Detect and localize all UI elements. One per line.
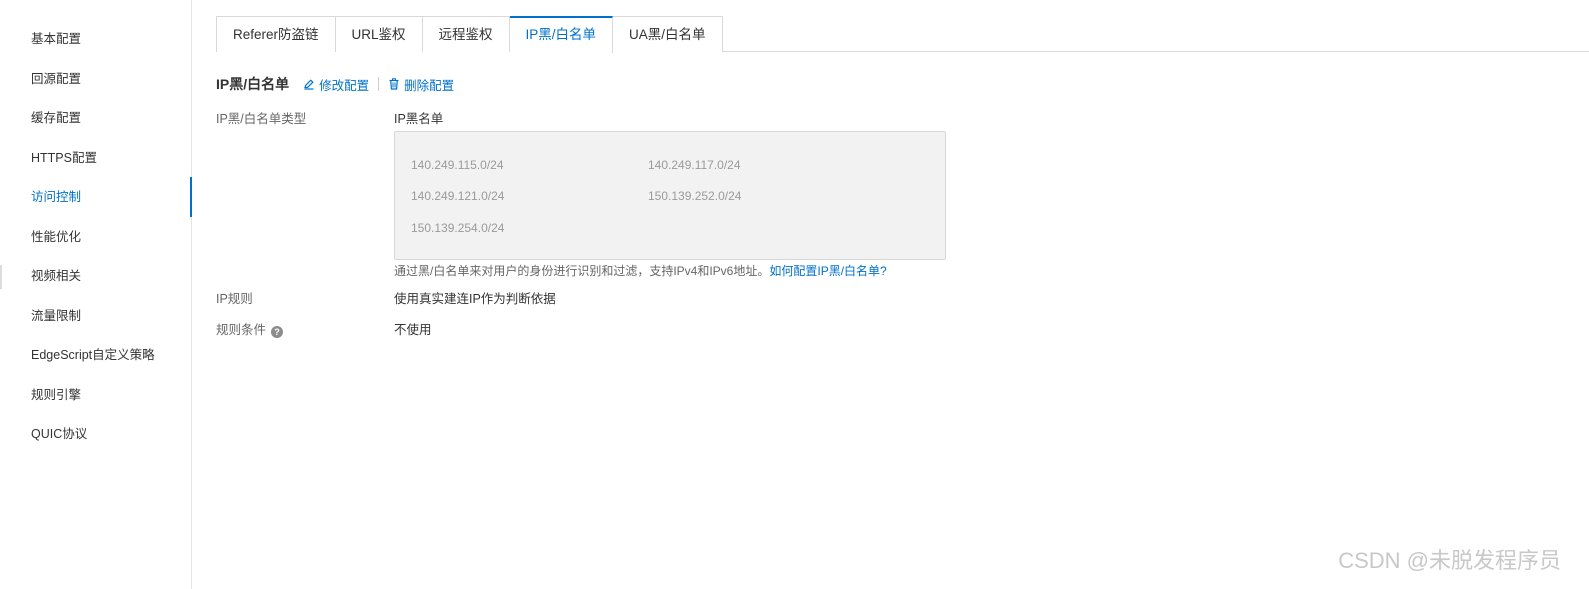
sidebar-item-basic-config[interactable]: 基本配置 xyxy=(0,19,191,59)
rule-condition-label: 规则条件 xyxy=(216,323,267,337)
pencil-icon xyxy=(303,78,315,90)
sidebar-item-traffic-limit[interactable]: 流量限制 xyxy=(0,296,191,336)
action-divider xyxy=(378,77,380,91)
ip-list-item: 150.139.254.0/24 xyxy=(411,221,505,235)
page: 基本配置 回源配置 缓存配置 HTTPS配置 访问控制 性能优化 视频相关 流量… xyxy=(0,0,1589,589)
ip-list-item: 140.249.115.0/24 xyxy=(411,158,504,172)
question-circle-icon[interactable]: ? xyxy=(271,326,284,338)
section-header: IP黑/白名单 修改配置 删除配置 xyxy=(216,74,454,94)
sidebar-item-origin-config[interactable]: 回源配置 xyxy=(0,59,191,99)
sidebar-item-rule-engine[interactable]: 规则引擎 xyxy=(0,375,191,415)
hint-text: 通过黑/白名单来对用户的身份进行识别和过滤，支持IPv4和IPv6地址。 xyxy=(394,264,770,278)
sidebar-item-edgescript[interactable]: EdgeScript自定义策略 xyxy=(0,335,191,375)
delete-config-label: 删除配置 xyxy=(404,78,455,93)
how-to-configure-link[interactable]: 如何配置IP黑/白名单? xyxy=(769,264,886,278)
ip-rule-value: 使用真实建连IP作为判断依据 xyxy=(394,292,556,306)
tab-ip-list[interactable]: IP黑/白名单 xyxy=(509,16,614,53)
ip-list-box: 140.249.115.0/24 140.249.117.0/24 140.24… xyxy=(394,131,946,260)
ip-rule-label: IP规则 xyxy=(216,292,253,306)
tab-ua-list[interactable]: UA黑/白名单 xyxy=(613,16,723,52)
ip-list-item: 140.249.117.0/24 xyxy=(648,158,741,172)
ip-list-item: 140.249.121.0/24 xyxy=(411,189,505,203)
tab-referer[interactable]: Referer防盗链 xyxy=(216,16,336,52)
list-type-value: IP黑名单 xyxy=(394,112,444,126)
sidebar-item-access-control[interactable]: 访问控制 xyxy=(0,177,192,217)
sidebar-item-quic[interactable]: QUIC协议 xyxy=(0,414,191,454)
sidebar-item-performance[interactable]: 性能优化 xyxy=(0,217,191,257)
edit-config-label: 修改配置 xyxy=(319,78,370,93)
ip-list-hint: 通过黑/白名单来对用户的身份进行识别和过滤，支持IPv4和IPv6地址。如何配置… xyxy=(394,262,887,279)
access-control-tabs: Referer防盗链 URL鉴权 远程鉴权 IP黑/白名单 UA黑/白名单 xyxy=(216,16,1589,53)
watermark: CSDN @未脱发程序员 xyxy=(1338,548,1561,573)
sidebar-item-video[interactable]: 视频相关 xyxy=(0,256,191,296)
tab-remote-auth[interactable]: 远程鉴权 xyxy=(422,16,510,52)
edit-config-button[interactable]: 修改配置 xyxy=(303,75,369,94)
sidebar-item-cache-config[interactable]: 缓存配置 xyxy=(0,98,191,138)
sidebar: 基本配置 回源配置 缓存配置 HTTPS配置 访问控制 性能优化 视频相关 流量… xyxy=(0,0,192,589)
rule-condition-row: 规则条件? xyxy=(216,319,284,338)
section-title: IP黑/白名单 xyxy=(216,76,290,92)
sidebar-item-https-config[interactable]: HTTPS配置 xyxy=(0,138,191,178)
tab-url-auth[interactable]: URL鉴权 xyxy=(335,16,423,52)
trash-icon xyxy=(388,78,400,90)
delete-config-button[interactable]: 删除配置 xyxy=(388,75,454,94)
sidebar-list: 基本配置 回源配置 缓存配置 HTTPS配置 访问控制 性能优化 视频相关 流量… xyxy=(0,0,192,454)
list-type-label: IP黑/白名单类型 xyxy=(216,112,307,126)
ip-list-item: 150.139.252.0/24 xyxy=(648,189,742,203)
rule-condition-value: 不使用 xyxy=(394,323,432,337)
